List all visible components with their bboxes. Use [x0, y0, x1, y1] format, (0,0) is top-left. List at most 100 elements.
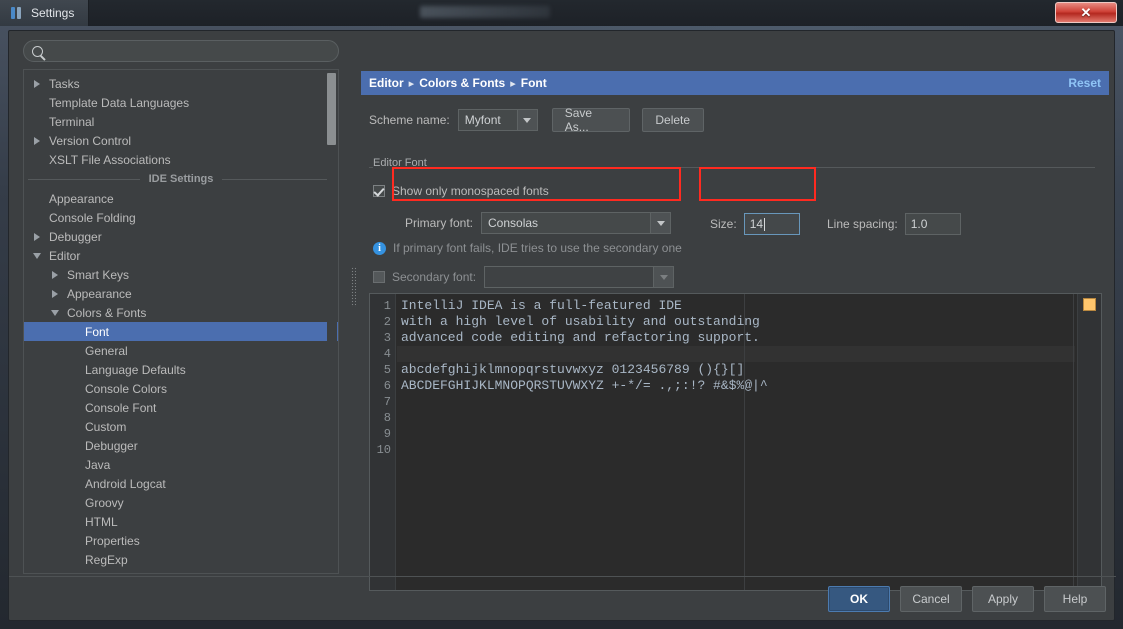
preview-code-line [401, 442, 1075, 458]
breadcrumb-part-editor[interactable]: Editor [369, 76, 404, 90]
sidebar-item-debugger[interactable]: Debugger [24, 436, 338, 455]
sidebar-section-label: IDE Settings [140, 173, 222, 185]
splitter-grip-icon[interactable] [351, 267, 356, 307]
chevron-right-icon[interactable] [50, 288, 61, 299]
font-size-row: Size: 14 [710, 213, 800, 235]
settings-sidebar: Tasks Template Data Languages Terminal Vers… [15, 37, 345, 577]
editor-marker-bar[interactable] [1077, 294, 1101, 590]
preview-code-line: with a high level of usability and outst… [401, 314, 760, 329]
cancel-button[interactable]: Cancel [900, 586, 962, 612]
chevron-down-icon[interactable] [32, 250, 43, 261]
group-divider [369, 167, 1095, 168]
sidebar-item-label: Debugger [49, 229, 102, 244]
text-cursor-icon [764, 217, 766, 231]
chevron-down-icon-secondary[interactable] [653, 267, 674, 287]
ok-button[interactable]: OK [828, 586, 890, 612]
sidebar-item-label: Java [85, 457, 111, 472]
sidebar-item-appearance[interactable]: Appearance [24, 189, 338, 208]
sidebar-item-android-logcat[interactable]: Android Logcat [24, 474, 338, 493]
sidebar-item-label: Colors & Fonts [67, 305, 147, 320]
editor-font-group: Editor Font Show only monospaced fonts P… [365, 153, 1101, 288]
sidebar-item-console-colors[interactable]: Console Colors [24, 379, 338, 398]
editor-font-group-title: Editor Font [373, 157, 433, 169]
apply-button[interactable]: Apply [972, 586, 1034, 612]
margin-guide-1 [744, 294, 745, 590]
sidebar-item-custom[interactable]: Custom [24, 417, 338, 436]
secondary-font-combo[interactable] [484, 266, 675, 288]
breadcrumb-part-colors-fonts[interactable]: Colors & Fonts [419, 76, 505, 90]
chevron-down-icon[interactable] [50, 307, 61, 318]
search-box[interactable] [23, 40, 339, 62]
sidebar-item-label: Console Font [85, 400, 157, 415]
sidebar-item-console-font[interactable]: Console Font [24, 398, 338, 417]
delete-button[interactable]: Delete [641, 108, 704, 132]
line-number: 8 [383, 411, 391, 425]
settings-tree[interactable]: Tasks Template Data Languages Terminal Vers… [23, 69, 339, 574]
sidebar-item-debugger[interactable]: Debugger [24, 227, 338, 246]
screen-root: Settings ✕ Tasks Template Data Languages T… [0, 0, 1123, 629]
sidebar-item-colors-fonts[interactable]: Colors & Fonts [24, 303, 338, 322]
sidebar-item-xslt-file-associations[interactable]: XSLT File Associations [24, 150, 338, 169]
line-number: 2 [383, 315, 391, 329]
reset-link[interactable]: Reset [1068, 76, 1101, 90]
sidebar-item-font[interactable]: Font [24, 322, 338, 341]
sidebar-item-smart-keys[interactable]: Smart Keys [24, 265, 338, 284]
sidebar-item-language-defaults[interactable]: Language Defaults [24, 360, 338, 379]
sidebar-item-tasks[interactable]: Tasks [24, 74, 338, 93]
sidebar-scrollbar-track[interactable] [327, 71, 337, 572]
sidebar-item-groovy[interactable]: Groovy [24, 493, 338, 512]
sidebar-item-properties[interactable]: Properties [24, 531, 338, 550]
primary-font-label: Primary font: [405, 216, 474, 230]
sidebar-item-template-data-languages[interactable]: Template Data Languages [24, 93, 338, 112]
pane-splitter[interactable] [349, 37, 359, 577]
line-number: 3 [383, 331, 391, 345]
sidebar-item-label: General [85, 343, 128, 358]
sidebar-item-java[interactable]: Java [24, 455, 338, 474]
sidebar-item-label: Android Logcat [85, 476, 166, 491]
sidebar-item-version-control[interactable]: Version Control [24, 131, 338, 150]
save-as-button[interactable]: Save As... [551, 106, 630, 134]
preview-code-line: IntelliJ IDEA is a full-featured IDE [401, 298, 682, 313]
secondary-font-checkbox[interactable] [373, 271, 385, 283]
sidebar-item-editor[interactable]: Editor [24, 246, 338, 265]
help-button[interactable]: Help [1044, 586, 1106, 612]
sidebar-item-label: Font [85, 324, 110, 339]
sidebar-item-console-folding[interactable]: Console Folding [24, 208, 338, 227]
scheme-name-combo[interactable]: Myfont [457, 109, 538, 131]
chevron-right-icon[interactable] [50, 269, 61, 280]
sidebar-item-html[interactable]: HTML [24, 512, 338, 531]
close-icon[interactable]: ✕ [1055, 2, 1117, 23]
chevron-right-icon[interactable] [32, 135, 43, 146]
primary-font-combo[interactable]: Consolas [481, 212, 672, 234]
sidebar-section-header: IDE Settings [24, 169, 338, 189]
editor-gutter: 1 2 3 4 5 6 7 8 9 10 [370, 294, 396, 590]
chevron-right-icon[interactable] [32, 231, 43, 242]
font-size-input[interactable]: 14 [743, 213, 800, 235]
monospaced-checkbox[interactable] [373, 185, 385, 197]
window-title-tab: Settings [0, 0, 90, 26]
sidebar-item-appearance[interactable]: Appearance [24, 284, 338, 303]
sidebar-scrollbar-thumb[interactable] [327, 73, 336, 145]
font-preview-editor[interactable]: 1 2 3 4 5 6 7 8 9 10 IntelliJ IDEA is a full-feat… [369, 293, 1102, 591]
editor-code-area[interactable]: IntelliJ IDEA is a full-featured IDE with… [397, 294, 1075, 590]
sidebar-item-general[interactable]: General [24, 341, 338, 360]
blurred-background-text [420, 6, 550, 18]
error-stripe-marker-icon[interactable] [1083, 298, 1096, 311]
chevron-down-icon[interactable] [516, 110, 537, 130]
scheme-row: Scheme name: Myfont Save As... Delete [369, 106, 704, 134]
sidebar-item-regexp[interactable]: RegExp [24, 550, 338, 569]
search-input[interactable] [43, 44, 338, 58]
preview-code-line: ABCDEFGHIJKLMNOPQRSTUVWXYZ +-*/= .,;:!? … [401, 378, 768, 393]
chevron-right-icon[interactable] [32, 78, 43, 89]
primary-font-row: Primary font: Consolas [405, 212, 672, 234]
monospaced-checkbox-row[interactable]: Show only monospaced fonts [373, 184, 549, 198]
breadcrumb-part-font[interactable]: Font [521, 76, 547, 90]
sidebar-item-terminal[interactable]: Terminal [24, 112, 338, 131]
chevron-down-icon-primary[interactable] [650, 213, 671, 233]
line-spacing-input[interactable]: 1.0 [904, 213, 961, 235]
